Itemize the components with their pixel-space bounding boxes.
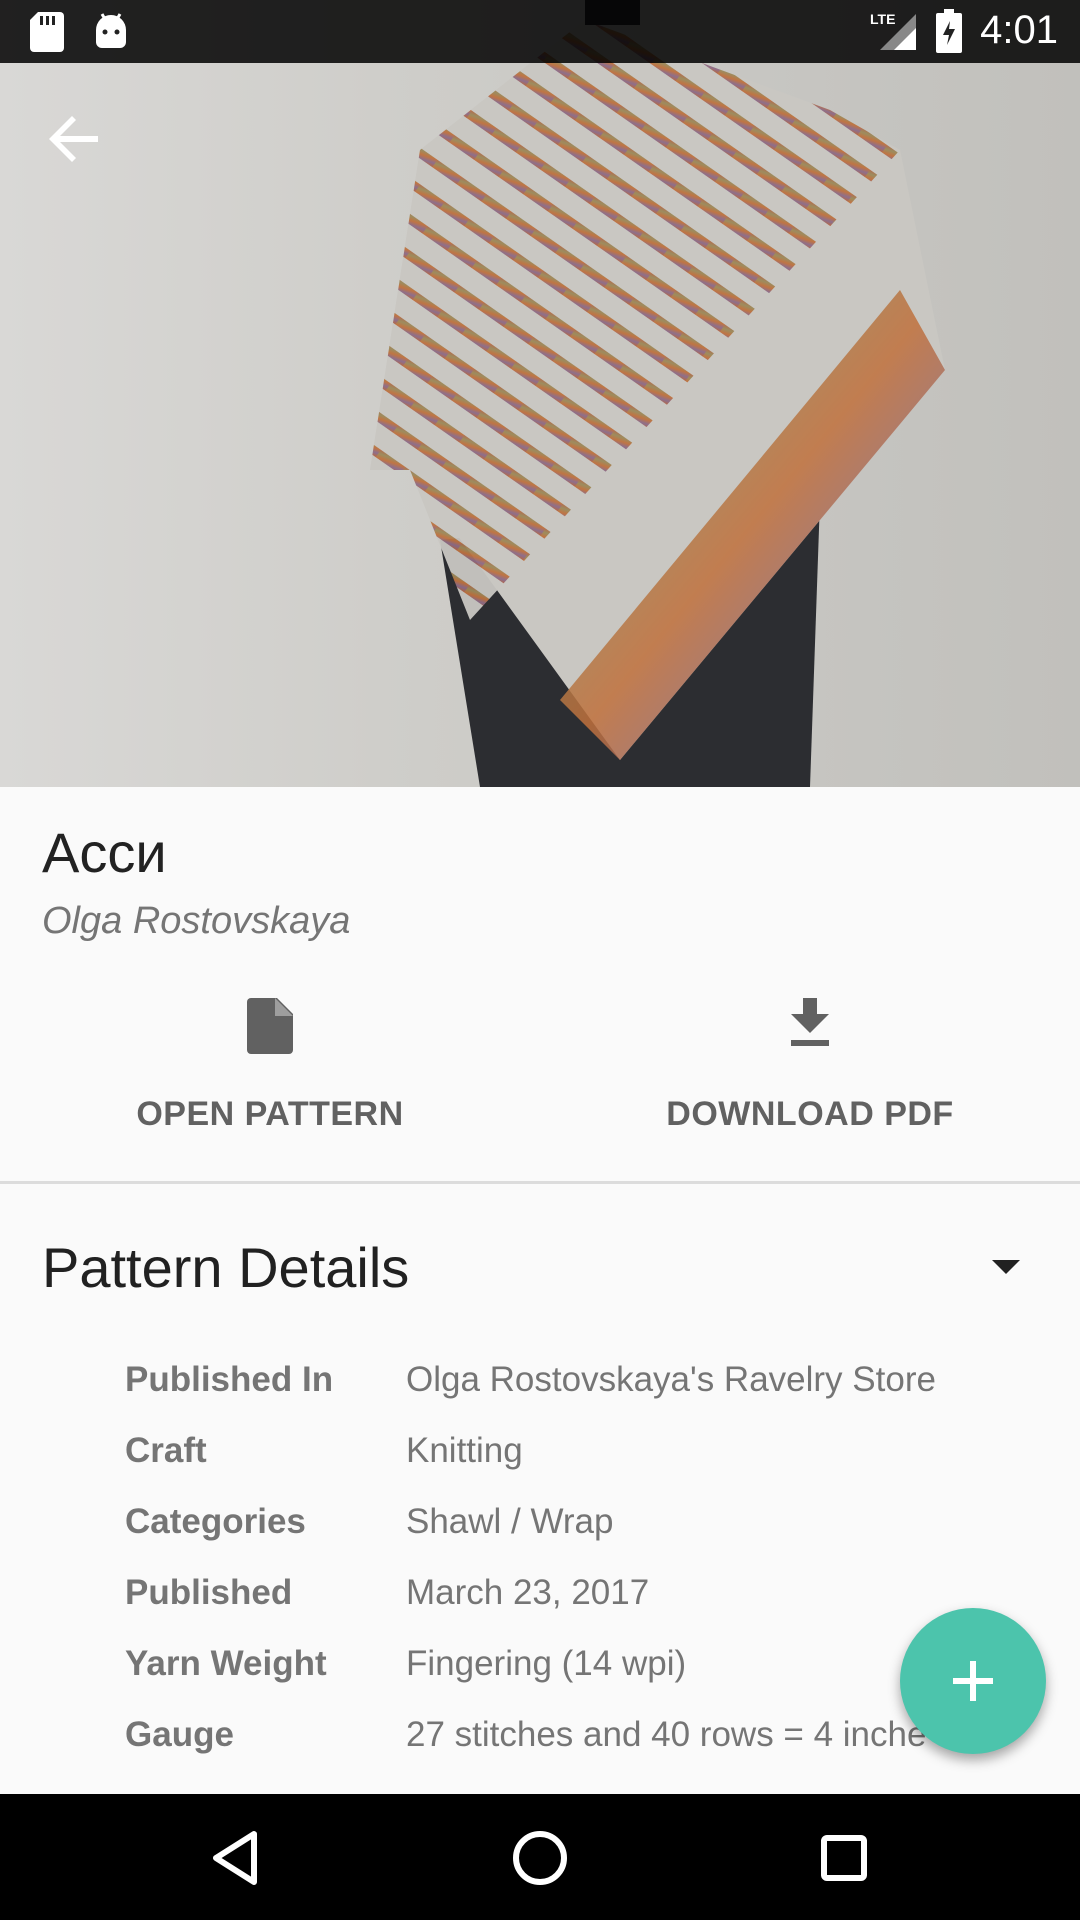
clock: 4:01 <box>980 8 1058 52</box>
square-recents-icon <box>821 1835 867 1881</box>
navigation-bar <box>0 1794 1080 1920</box>
circle-home-icon <box>513 1831 567 1885</box>
dropdown-arrow-icon[interactable] <box>990 1256 1022 1276</box>
detail-value: 27 stitches and 40 rows = 4 inche <box>406 1715 927 1754</box>
detail-label: Craft <box>125 1431 207 1470</box>
file-icon <box>247 998 293 1054</box>
shawl-photo <box>370 0 945 787</box>
detail-row: Categories Shawl / Wrap <box>125 1502 1080 1573</box>
plus-icon <box>953 1661 993 1701</box>
detail-row: Craft Knitting <box>125 1431 1080 1502</box>
pattern-details-title: Pattern Details <box>42 1236 410 1299</box>
open-pattern-button[interactable]: OPEN PATTERN <box>0 990 540 1150</box>
detail-label: Published In <box>125 1360 334 1399</box>
open-pattern-label: OPEN PATTERN <box>136 1095 404 1133</box>
pattern-author: Olga Rostovskaya <box>42 900 351 942</box>
detail-value: Fingering (14 wpi) <box>406 1644 687 1683</box>
detail-value: Olga Rostovskaya's Ravelry Store <box>406 1360 936 1399</box>
download-pdf-button[interactable]: DOWNLOAD PDF <box>540 990 1080 1150</box>
lte-signal-icon: LTE <box>870 11 917 50</box>
hero-image <box>0 0 1080 787</box>
download-pdf-label: DOWNLOAD PDF <box>666 1095 954 1133</box>
triangle-back-icon <box>213 1831 257 1885</box>
status-bar: LTE 4:01 <box>0 0 1080 63</box>
detail-label: Yarn Weight <box>125 1644 327 1683</box>
detail-label: Published <box>125 1573 293 1612</box>
detail-value: Shawl / Wrap <box>406 1502 614 1541</box>
arrow-back-icon <box>49 116 98 162</box>
detail-label: Categories <box>125 1502 306 1541</box>
detail-value: Knitting <box>406 1431 523 1470</box>
android-icon <box>96 13 126 48</box>
detail-label: Gauge <box>125 1715 234 1754</box>
back-button[interactable] <box>40 105 108 173</box>
pattern-title: Асси <box>42 821 167 884</box>
nav-home-button[interactable] <box>504 1822 576 1894</box>
nav-back-button[interactable] <box>200 1822 272 1894</box>
download-icon <box>791 998 829 1046</box>
sd-card-icon <box>30 12 64 52</box>
detail-row: Published In Olga Rostovskaya's Ravelry … <box>125 1360 1080 1431</box>
svg-text:LTE: LTE <box>870 11 895 27</box>
detail-value: March 23, 2017 <box>406 1573 650 1612</box>
nav-recents-button[interactable] <box>808 1822 880 1894</box>
divider <box>0 1181 1080 1184</box>
add-fab-button[interactable] <box>900 1608 1046 1754</box>
battery-icon <box>936 8 963 53</box>
